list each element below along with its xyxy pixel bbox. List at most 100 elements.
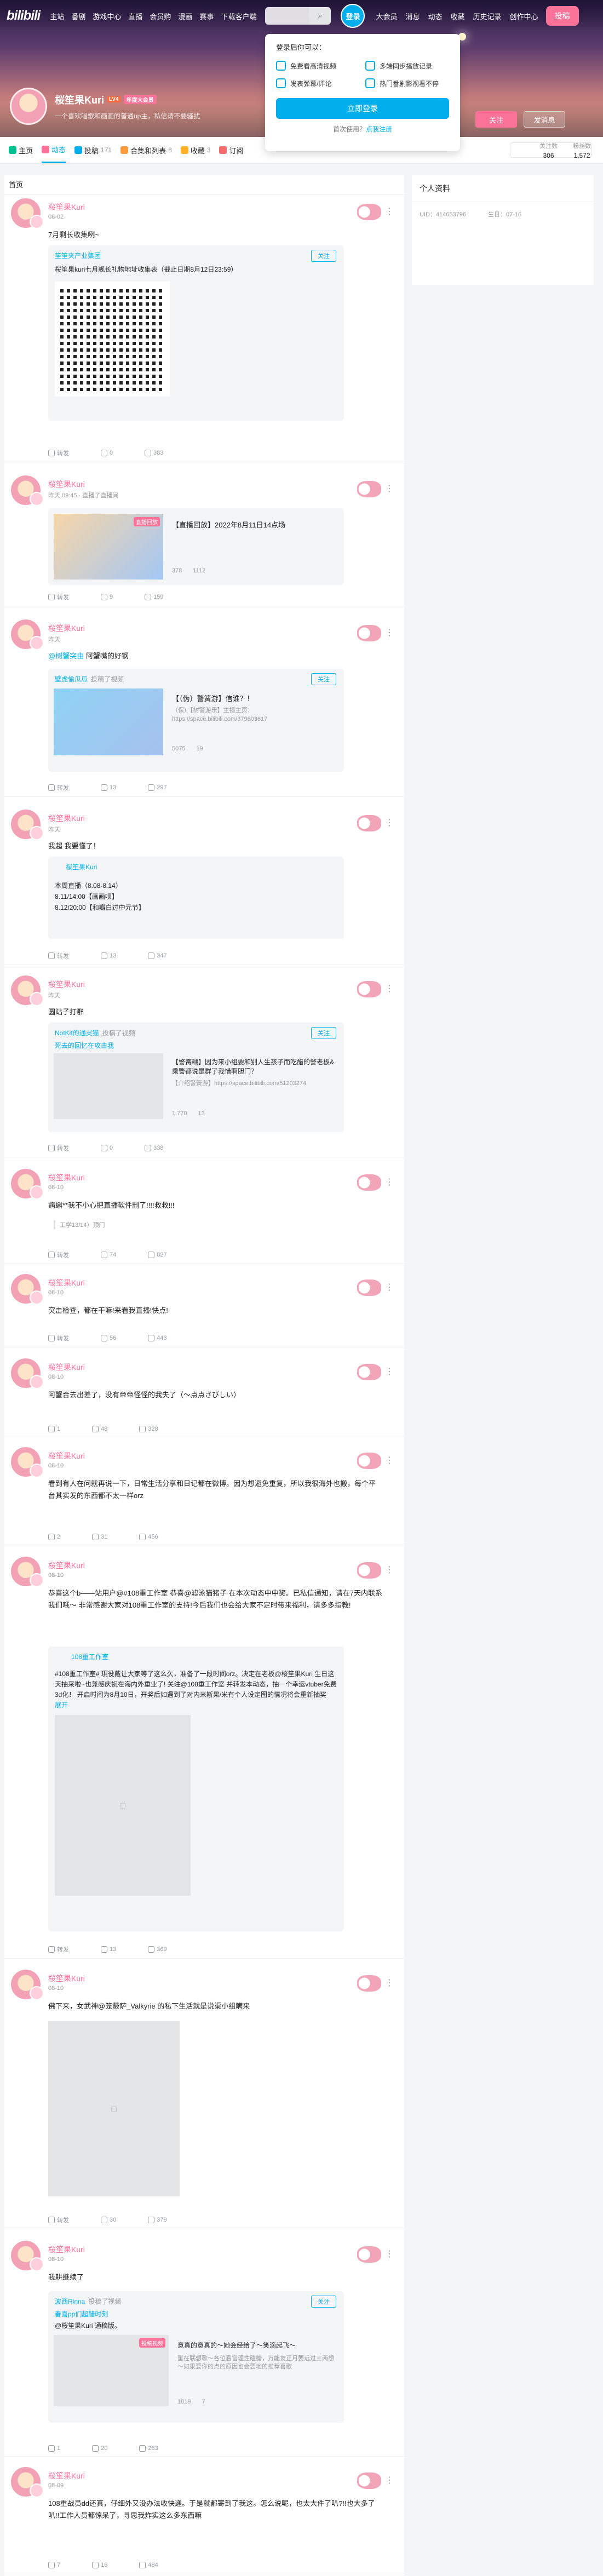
comment-button[interactable]: 30 <box>101 2216 116 2224</box>
register-link[interactable]: 点我注册 <box>366 125 392 133</box>
post-avatar[interactable] <box>11 1557 44 1587</box>
search-input[interactable] <box>265 7 309 25</box>
share-button[interactable]: 转发 <box>48 593 69 601</box>
card-author[interactable]: 笙笙夹产业集团 <box>55 251 101 260</box>
nav-link-vip[interactable]: 大会员 <box>376 11 397 21</box>
comment-button[interactable]: 0 <box>101 449 113 457</box>
tab-collections[interactable]: 合集和列表 8 <box>120 137 172 163</box>
like-button[interactable]: 827 <box>148 1250 167 1259</box>
post-author[interactable]: 桜笙果Kuri <box>48 2470 85 2481</box>
card-author[interactable]: 108重工作室 <box>71 1652 337 1661</box>
like-button[interactable]: 369 <box>148 1945 167 1954</box>
share-button[interactable]: 2 <box>48 1534 60 1540</box>
embedded-card[interactable]: 笙笙夹产业集团 关注 桜笙果kuri七月舰长礼物地址收集表（截止日期8月12日2… <box>48 245 344 421</box>
like-button[interactable]: 347 <box>148 951 167 960</box>
like-button[interactable]: 328 <box>139 1426 158 1432</box>
mention-link[interactable]: @树蟹突由 <box>48 652 84 660</box>
post-avatar[interactable] <box>11 1274 44 1305</box>
nav-link-main[interactable]: 主站 <box>50 11 64 21</box>
post-avatar[interactable] <box>11 1169 44 1200</box>
forward-card[interactable]: 波西Rinna 投稿了视频 关注 春喜pp们超醋时刻 @桜笙果Kuri 通稿版。 … <box>48 2291 344 2423</box>
image-placeholder[interactable]: ▢ <box>48 2021 180 2196</box>
comment-button[interactable]: 16 <box>92 2562 107 2568</box>
share-button[interactable]: 转发 <box>48 1144 69 1152</box>
expand-link[interactable]: 展开 <box>55 1700 337 1709</box>
more-icon[interactable]: ⋮ <box>385 1366 394 1377</box>
card-follow-button[interactable]: 关注 <box>311 2296 336 2308</box>
tab-dynamic[interactable]: 动态 <box>42 137 66 163</box>
follow-button[interactable]: 关注 <box>475 111 517 128</box>
forward-card[interactable]: 108重工作室 #108重工作室# 現役戴让大家等了这么久，准备了一段时间orz… <box>48 1646 344 1931</box>
bilibili-logo[interactable]: bilibili <box>7 8 41 24</box>
upload-button[interactable]: 投稿 <box>545 6 579 26</box>
share-button[interactable]: 转发 <box>48 1945 69 1954</box>
tab-home[interactable]: 主页 <box>9 137 33 163</box>
like-button[interactable]: 159 <box>145 593 163 601</box>
nav-link-game[interactable]: 游戏中心 <box>93 11 121 21</box>
more-icon[interactable]: ⋮ <box>385 1282 394 1293</box>
more-icon[interactable]: ⋮ <box>385 817 394 828</box>
comment-button[interactable]: 48 <box>92 1426 107 1432</box>
post-author[interactable]: 桜笙果Kuri <box>48 1560 85 1571</box>
more-icon[interactable]: ⋮ <box>385 483 394 494</box>
post-avatar[interactable] <box>11 1970 44 2000</box>
nav-link-creator[interactable]: 创作中心 <box>510 11 538 21</box>
profile-avatar[interactable] <box>10 88 47 125</box>
post-author[interactable]: 桜笙果Kuri <box>48 813 85 824</box>
post-author[interactable]: 桜笙果Kuri <box>48 1277 85 1288</box>
post-author[interactable]: 桜笙果Kuri <box>48 623 85 634</box>
like-button[interactable]: 283 <box>139 2445 158 2452</box>
like-button[interactable]: 443 <box>148 1334 167 1342</box>
card-author[interactable]: 桜笙果Kuri <box>66 862 337 871</box>
tab-subscriptions[interactable]: 订阅 <box>219 137 244 163</box>
forward-card[interactable]: NotKit的通灵猫 投稿了视频 关注 死去的回忆在攻击我 【警簧糊】因为来小组要… <box>48 1023 344 1132</box>
comment-button[interactable]: 0 <box>101 1144 113 1152</box>
like-button[interactable]: 297 <box>148 783 167 792</box>
stat-fans[interactable]: 粉丝数 1,572 <box>573 141 591 159</box>
more-icon[interactable]: ⋮ <box>385 206 394 217</box>
comment-button[interactable]: 9 <box>101 593 113 601</box>
post-author[interactable]: 桜笙果Kuri <box>48 479 85 490</box>
post-avatar[interactable] <box>11 2241 44 2271</box>
stat-following[interactable]: 关注数 306 <box>539 141 558 159</box>
comment-button[interactable]: 31 <box>92 1534 107 1540</box>
nav-link-anime[interactable]: 番剧 <box>71 11 85 21</box>
share-button[interactable]: 7 <box>48 2562 60 2568</box>
tab-favorites[interactable]: 收藏 3 <box>180 137 210 163</box>
more-icon[interactable]: ⋮ <box>385 1455 394 1466</box>
more-icon[interactable]: ⋮ <box>385 2475 394 2486</box>
comment-button[interactable]: 20 <box>92 2445 107 2452</box>
share-button[interactable]: 1 <box>48 1426 60 1432</box>
login-avatar-button[interactable]: 登录 <box>341 4 365 28</box>
login-now-button[interactable]: 立即登录 <box>276 98 449 119</box>
post-author[interactable]: 桜笙果Kuri <box>48 1172 85 1183</box>
like-button[interactable]: 456 <box>139 1534 158 1540</box>
post-avatar[interactable] <box>11 1447 44 1478</box>
share-button[interactable]: 转发 <box>48 1334 69 1342</box>
share-button[interactable]: 转发 <box>48 2216 69 2224</box>
comment-button[interactable]: 74 <box>101 1250 116 1259</box>
search-icon[interactable]: ⌕ <box>309 7 331 25</box>
more-icon[interactable]: ⋮ <box>385 1564 394 1575</box>
post-author[interactable]: 桜笙果Kuri <box>48 1450 85 1461</box>
nav-link-dynamic[interactable]: 动态 <box>428 11 442 21</box>
post-author[interactable]: 桜笙果Kuri <box>48 979 85 990</box>
post-author[interactable]: 桜笙果Kuri <box>48 2244 85 2255</box>
post-author[interactable]: 桜笙果Kuri <box>48 1973 85 1984</box>
like-button[interactable]: 379 <box>148 2216 167 2224</box>
post-avatar[interactable] <box>11 198 44 229</box>
card-follow-button[interactable]: 关注 <box>311 1027 336 1039</box>
more-icon[interactable]: ⋮ <box>385 983 394 994</box>
like-button[interactable]: 338 <box>145 1144 163 1152</box>
nav-link-match[interactable]: 赛事 <box>199 11 214 21</box>
comment-button[interactable]: 13 <box>101 1945 116 1954</box>
more-icon[interactable]: ⋮ <box>385 2248 394 2259</box>
tab-upload[interactable]: 投稿 171 <box>74 137 112 163</box>
post-avatar[interactable] <box>11 1358 44 1389</box>
more-icon[interactable]: ⋮ <box>385 1977 394 1988</box>
nav-link-comic[interactable]: 漫画 <box>178 11 192 21</box>
post-avatar[interactable] <box>11 976 44 1006</box>
comment-button[interactable]: 13 <box>101 951 116 960</box>
like-button[interactable]: 383 <box>145 449 163 457</box>
share-button[interactable]: 1 <box>48 2445 60 2452</box>
